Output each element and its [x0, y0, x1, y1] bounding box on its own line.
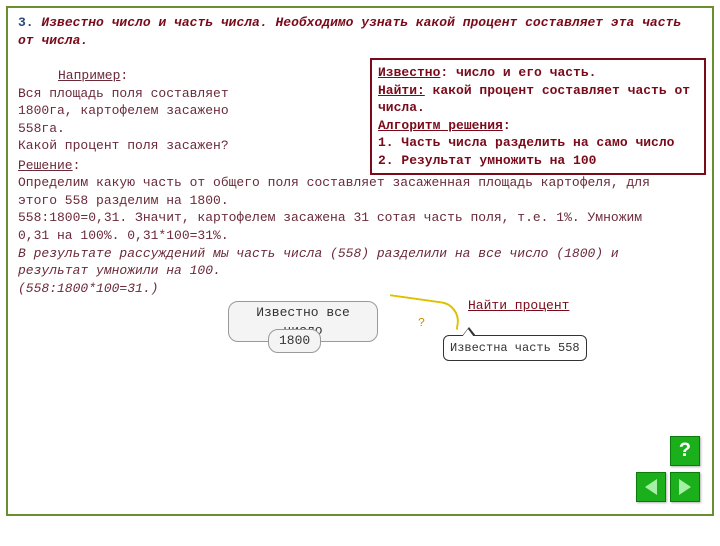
example-line-3: 558га. [18, 120, 348, 138]
algo-label: Алгоритм решения [378, 118, 503, 133]
task-number: 3. [18, 15, 34, 30]
prev-button[interactable] [636, 472, 666, 502]
solution-p2: 558:1800=0,31. Значит, картофелем засаже… [18, 209, 678, 244]
slide-frame: 3. Известно число и часть числа. Необход… [6, 6, 714, 516]
algo-colon: : [503, 118, 511, 133]
find-label: Найти: [378, 83, 425, 98]
solution-block: Решение: Определим какую часть от общего… [18, 157, 678, 297]
example-label: Например [58, 68, 120, 83]
example-line-2: 1800га, картофелем засажено [18, 102, 348, 120]
question-mark: ? [418, 315, 425, 331]
solution-p1: Определим какую часть от общего поля сос… [18, 174, 678, 209]
known-text: : число и его часть. [440, 65, 596, 80]
algo-step-1: 1. Часть числа разделить на само число [378, 134, 698, 152]
algorithm-box: Известно: число и его часть. Найти: како… [370, 58, 706, 175]
find-text: какой процент составляет часть от числа. [378, 83, 690, 116]
solution-label: Решение [18, 158, 73, 173]
help-icon: ? [679, 438, 691, 465]
value-1800-pill: 1800 [268, 329, 321, 353]
known-label: Известно [378, 65, 440, 80]
arrow-left-icon [645, 479, 657, 495]
example-line-1: Вся площадь поля составляет [18, 85, 348, 103]
example-line-4: Какой процент поля засажен? [18, 137, 348, 155]
bottom-diagram: Известно все число 1800 ? Найти процент … [18, 301, 702, 391]
task-text: Известно число и часть числа. Необходимо… [18, 15, 681, 48]
task-title: 3. Известно число и часть числа. Необход… [18, 14, 702, 49]
next-button[interactable] [670, 472, 700, 502]
solution-p4: (558:1800*100=31.) [18, 280, 678, 298]
help-button[interactable]: ? [670, 436, 700, 466]
arrow-right-icon [679, 479, 691, 495]
known-part-callout: Известна часть 558 [443, 335, 587, 361]
value-1800-group: 1800 [268, 329, 321, 353]
solution-suffix: : [73, 158, 81, 173]
algo-step-2: 2. Результат умножить на 100 [378, 152, 698, 170]
solution-p3: В результате рассуждений мы часть числа … [18, 245, 678, 280]
example-colon: : [120, 68, 128, 83]
example-block: Например: Вся площадь поля составляет 18… [18, 67, 348, 155]
find-percent-label: Найти процент [468, 297, 569, 315]
